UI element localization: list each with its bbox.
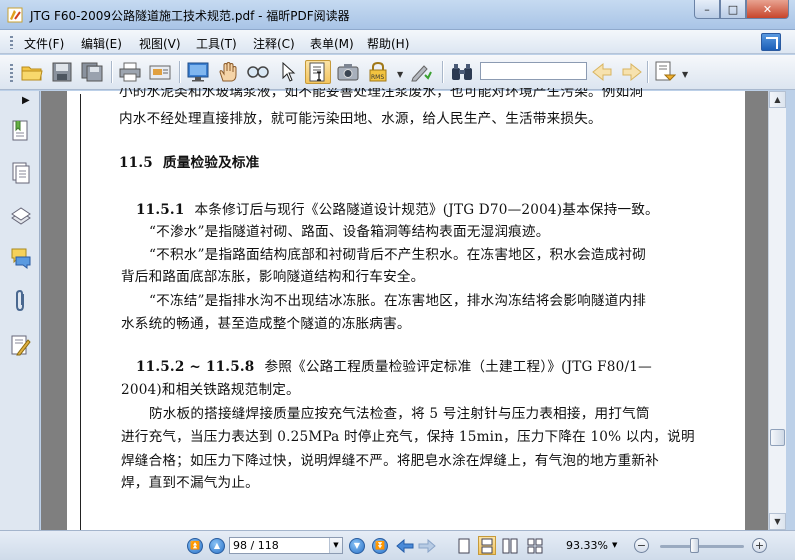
section-heading: 11.5 质量检验及标准 (119, 151, 259, 171)
doc-text-line: “不渗水”是指隧道衬砌、路面、设备箱洞等结构表面无湿润痕迹。 (149, 224, 550, 240)
menu-forms[interactable]: 表单(M) (310, 35, 354, 52)
doc-text-line: “不冻结”是指排水沟不出现结冰冻胀。在冻害地区，排水沟冻结将会影响隧道内排 (149, 293, 647, 309)
go-forward-icon[interactable] (418, 536, 436, 555)
hand-icon[interactable] (215, 60, 241, 84)
menu-help[interactable]: 帮助(H) (367, 35, 409, 52)
menu-grip[interactable] (10, 36, 13, 49)
print-icon[interactable] (117, 60, 143, 84)
search-next-icon[interactable] (619, 60, 645, 84)
scan-icon[interactable] (147, 60, 173, 84)
zoom-dropdown-icon[interactable]: ▼ (612, 541, 617, 549)
toolbar-separator (647, 61, 648, 83)
clause-number: 11.5.2 ~ 11.5.8 (136, 359, 255, 375)
menu-tools[interactable]: 工具(T) (196, 35, 237, 52)
page-number-field[interactable]: 98 / 118 ▼ (229, 537, 343, 554)
toolbar-separator (111, 61, 112, 83)
clause-text: 参照《公路工程质量检验评定标准（土建工程）》(JTG F80/1— (264, 359, 652, 375)
save-icon[interactable] (49, 60, 75, 84)
navigation-panel: ▶ (0, 91, 40, 530)
page-margin-line (80, 94, 81, 530)
clause-line: 11.5.1 本条修订后与现行《公路隧道设计规范》(JTG D70—2004)基本… (136, 198, 659, 218)
section-title: 质量检验及标准 (162, 155, 260, 171)
scroll-down-icon[interactable]: ▼ (769, 513, 786, 530)
zoom-glass-icon[interactable] (245, 60, 271, 84)
maximize-button[interactable]: □ (720, 0, 746, 19)
doc-text-line: “不积水”是指路面结构底部和衬砌背后不产生积水。在冻害地区，积水会造成衬砌 (149, 247, 647, 263)
main-toolbar: RMS ▼ ▼ (0, 55, 795, 90)
vertical-scrollbar[interactable]: ▲ ▼ (768, 91, 786, 530)
highlight-dropdown-caret[interactable]: ▼ (682, 70, 688, 79)
doc-text-line: 背后和路面底部冻胀，影响隧道结构和行车安全。 (121, 269, 425, 285)
close-button[interactable]: ✕ (746, 0, 789, 19)
select-arrow-icon[interactable] (275, 60, 301, 84)
menu-bar: 文件(F) 编辑(E) 视图(V) 工具(T) 注释(C) 表单(M) 帮助(H… (0, 30, 795, 54)
menu-edit[interactable]: 编辑(E) (81, 35, 122, 52)
single-page-view-icon[interactable] (455, 536, 473, 555)
signatures-icon[interactable] (10, 333, 32, 357)
foxit-app-icon (7, 7, 23, 23)
doc-text-line: 防水板的搭接缝焊接质量应按充气法检查，将 5 号注射针与压力表相接，用打气筒 (149, 406, 650, 422)
previous-page-icon[interactable]: ▲ (209, 538, 225, 554)
layers-icon[interactable] (10, 204, 32, 228)
sign-icon[interactable] (408, 60, 434, 84)
section-number: 11.5 (119, 155, 153, 171)
zoom-slider-handle[interactable] (690, 538, 699, 553)
doc-text-line: 焊，直到不漏气为止。 (121, 475, 259, 491)
toolbar-grip[interactable] (10, 64, 13, 82)
snapshot-icon[interactable] (335, 60, 361, 84)
pages-icon[interactable] (10, 161, 32, 185)
zoom-in-button[interactable]: + (752, 538, 767, 553)
highlight-icon[interactable] (652, 60, 678, 84)
toolbar-separator (442, 61, 443, 83)
next-page-icon[interactable]: ▼ (349, 538, 365, 554)
window-title: JTG F60-2009公路隧道施工技术规范.pdf - 福昕PDF阅读器 (30, 9, 350, 23)
page-number-value: 98 / 118 (233, 539, 279, 552)
menu-view[interactable]: 视图(V) (139, 35, 181, 52)
search-prev-icon[interactable] (589, 60, 615, 84)
toolbar-separator (179, 61, 180, 83)
first-page-icon[interactable]: ⏫ (187, 538, 203, 554)
comments-icon[interactable] (10, 246, 32, 270)
doc-text-line: 进行充气，当压力表达到 0.25MPa 时停止充气，保持 15min，压力下降在… (121, 429, 695, 445)
title-bar: JTG F60-2009公路隧道施工技术规范.pdf - 福昕PDF阅读器 – … (0, 0, 795, 30)
menu-file[interactable]: 文件(F) (24, 35, 64, 52)
open-folder-icon[interactable] (19, 60, 45, 84)
last-page-icon[interactable]: ⏬ (372, 538, 388, 554)
save-as-icon[interactable] (79, 60, 105, 84)
zoom-slider-track[interactable] (660, 545, 744, 548)
rms-dropdown-caret[interactable]: ▼ (397, 70, 403, 79)
doc-text-line: 焊缝合格；如压力下降过快，说明焊缝不严。将肥皂水涂在焊缝上，有气泡的地方重新补 (121, 453, 659, 469)
page-dropdown-icon[interactable]: ▼ (329, 538, 342, 553)
zoom-out-button[interactable]: − (634, 538, 649, 553)
doc-text-line: 内水不经处理直接排放，就可能污染田地、水源，给人民生产、生活带来损失。 (119, 111, 602, 127)
clause-line: 11.5.2 ~ 11.5.8 参照《公路工程质量检验评定标准（土建工程）》(JT… (136, 355, 652, 375)
rms-icon[interactable]: RMS (365, 60, 391, 84)
clause-text: 本条修订后与现行《公路隧道设计规范》(JTG D70—2004)基本保持一致。 (194, 202, 659, 218)
attachments-icon[interactable] (10, 289, 32, 313)
doc-text-line: 2004)和相关铁路规范制定。 (121, 382, 300, 398)
bookmarks-icon[interactable] (10, 119, 32, 143)
menu-comments[interactable]: 注释(C) (253, 35, 295, 52)
svg-text:RMS: RMS (371, 74, 384, 81)
facing-view-icon[interactable] (501, 536, 519, 555)
scroll-thumb[interactable] (770, 429, 785, 446)
minimize-button[interactable]: – (694, 0, 720, 19)
continuous-view-icon[interactable] (478, 536, 496, 555)
continuous-facing-view-icon[interactable] (526, 536, 544, 555)
go-back-icon[interactable] (396, 536, 414, 555)
scroll-up-icon[interactable]: ▲ (769, 91, 786, 108)
search-input[interactable] (480, 62, 587, 80)
binoculars-icon[interactable] (449, 60, 475, 84)
clause-number: 11.5.1 (136, 202, 185, 218)
fullscreen-icon[interactable] (185, 60, 211, 84)
doc-text-line: 水系统的畅通，甚至造成整个隧道的冻胀病害。 (121, 316, 411, 332)
zoom-level[interactable]: 93.33% (566, 539, 608, 552)
text-select-icon[interactable] (305, 60, 331, 84)
update-icon[interactable] (761, 33, 781, 51)
status-bar: ⏫ ▲ 98 / 118 ▼ ▼ ⏬ 93.33% ▼ − + (0, 530, 795, 560)
expand-panel-icon[interactable]: ▶ (22, 95, 30, 106)
